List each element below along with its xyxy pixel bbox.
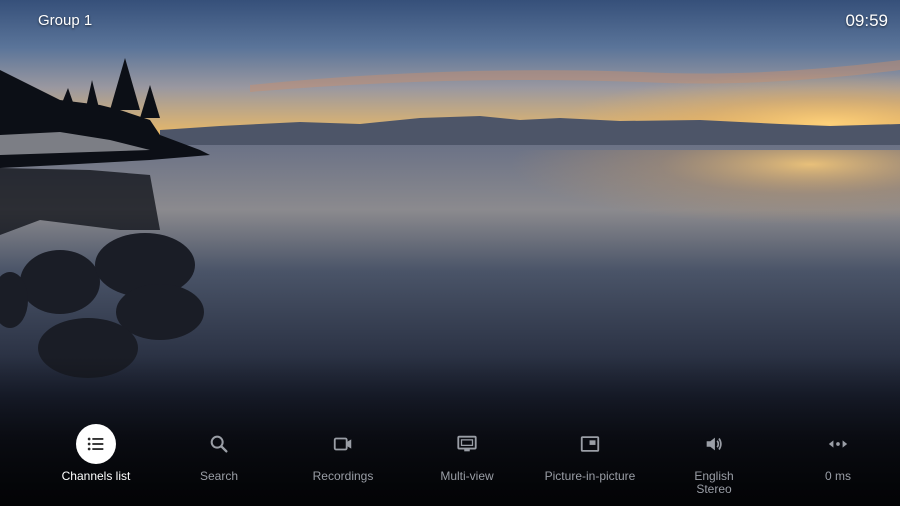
channels-list-button[interactable]: Channels list [34,420,158,483]
audio-delay-button[interactable]: 0 ms [776,420,900,483]
channels-list-label: Channels list [61,469,131,483]
multi-view-label: Multi-view [440,469,494,483]
picture-in-picture-icon [570,424,610,464]
audio-track-label: English Stereo [694,469,734,496]
search-button[interactable]: Search [157,420,281,483]
audio-delay-icon [818,424,858,464]
monitor-icon [447,424,487,464]
search-label: Search [199,469,239,483]
picture-in-picture-label: Picture-in-picture [544,469,636,483]
clock: 09:59 [845,11,888,30]
recordings-button[interactable]: Recordings [281,420,405,483]
audio-delay-label: 0 ms [824,469,851,483]
speaker-icon [694,424,734,464]
multi-view-button[interactable]: Multi-view [405,420,529,483]
picture-in-picture-button[interactable]: Picture-in-picture [528,420,652,483]
list-icon [76,424,116,464]
recordings-label: Recordings [312,469,374,483]
bottom-toolbar: Channels list Search Recordings Multi-vi… [0,420,900,506]
group-title: Group 1 [38,12,93,29]
video-camera-icon [323,424,363,464]
search-icon [199,424,239,464]
audio-track-button[interactable]: English Stereo [652,420,776,496]
